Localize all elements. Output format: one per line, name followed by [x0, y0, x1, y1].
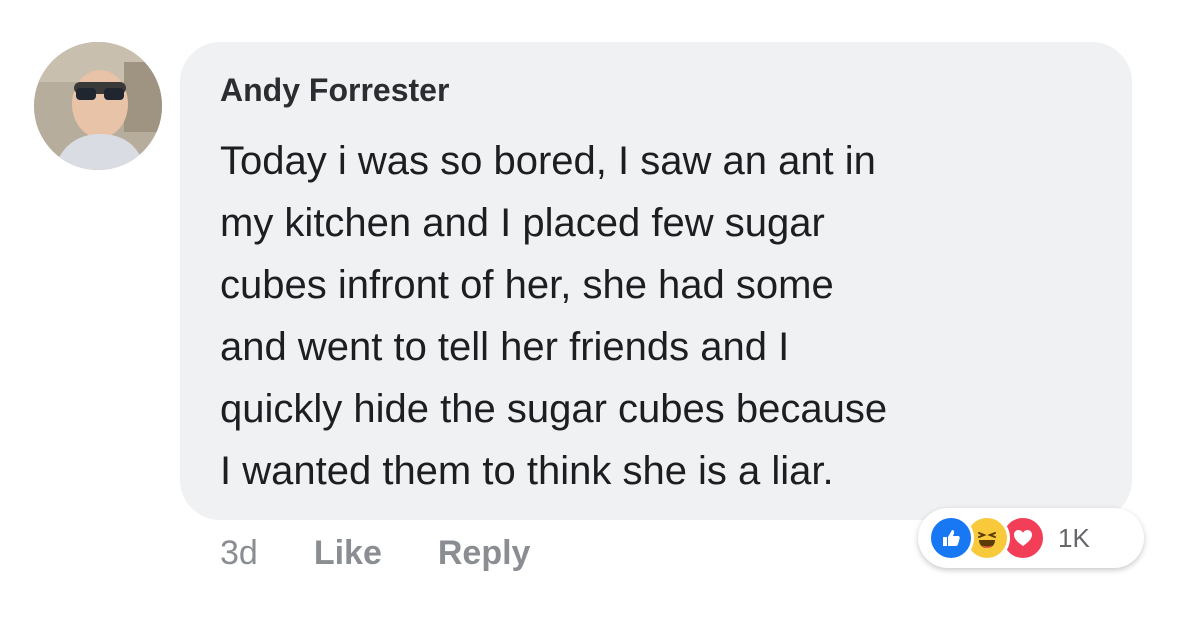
comment-actions: 3d Like Reply — [220, 534, 530, 573]
comment-line: I wanted them to think she is a liar. — [220, 449, 834, 493]
like-button[interactable]: Like — [314, 534, 382, 573]
comment-timestamp[interactable]: 3d — [220, 534, 258, 573]
reactions-summary[interactable]: 1K — [918, 508, 1144, 568]
comment-line: my kitchen and I placed few sugar — [220, 201, 825, 245]
comment-bubble: Andy Forrester Today i was so bored, I s… — [180, 42, 1132, 520]
comment-page: Andy Forrester Today i was so bored, I s… — [0, 0, 1200, 628]
comment-line: quickly hide the sugar cubes because — [220, 387, 888, 431]
comment-author[interactable]: Andy Forrester — [220, 72, 449, 109]
reaction-count: 1K — [1058, 522, 1090, 553]
like-icon — [928, 515, 974, 561]
comment-line: and went to tell her friends and I — [220, 325, 790, 369]
avatar[interactable] — [34, 42, 162, 170]
comment-line: cubes infront of her, she had some — [220, 263, 834, 307]
comment-text: Today i was so bored, I saw an ant in my… — [220, 130, 887, 502]
avatar-photo — [34, 42, 162, 170]
comment-line: Today i was so bored, I saw an ant in — [220, 139, 876, 183]
reply-button[interactable]: Reply — [438, 534, 531, 573]
